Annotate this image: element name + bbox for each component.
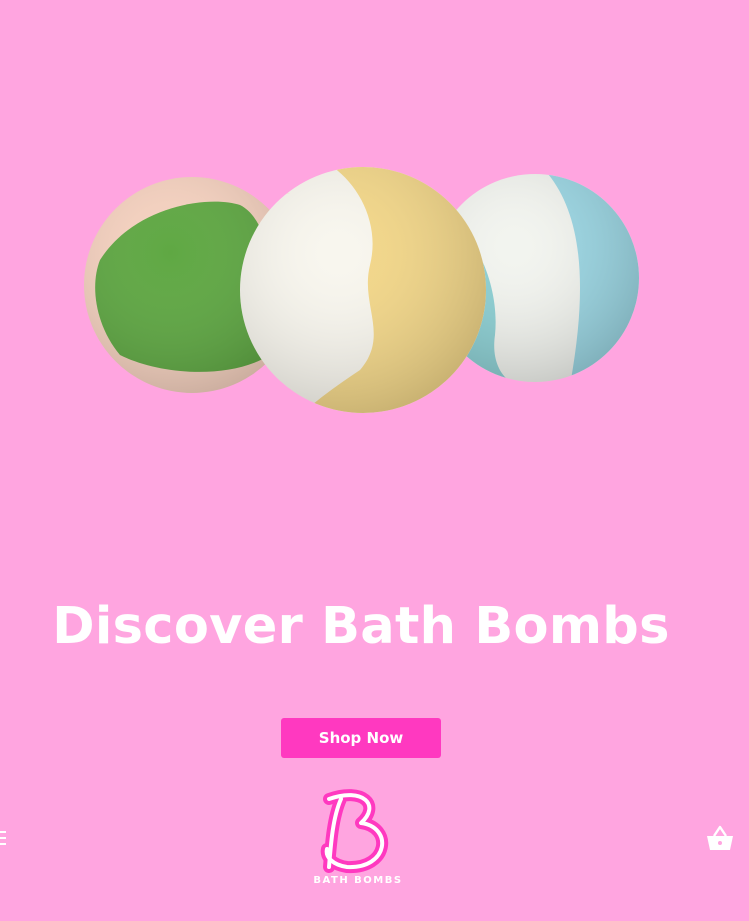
brand-logo[interactable]: BATH BOMBS: [303, 787, 413, 891]
logo-text: BATH BOMBS: [313, 875, 403, 886]
b-monogram-icon: [320, 789, 389, 873]
yellow-bath-bomb: [240, 167, 486, 413]
shop-now-button[interactable]: Shop Now: [281, 718, 441, 758]
shopping-basket-icon[interactable]: [705, 824, 735, 852]
bath-bombs-image: [84, 167, 639, 413]
hero-title: Discover Bath Bombs: [52, 597, 670, 656]
hamburger-menu-icon[interactable]: [0, 831, 6, 847]
